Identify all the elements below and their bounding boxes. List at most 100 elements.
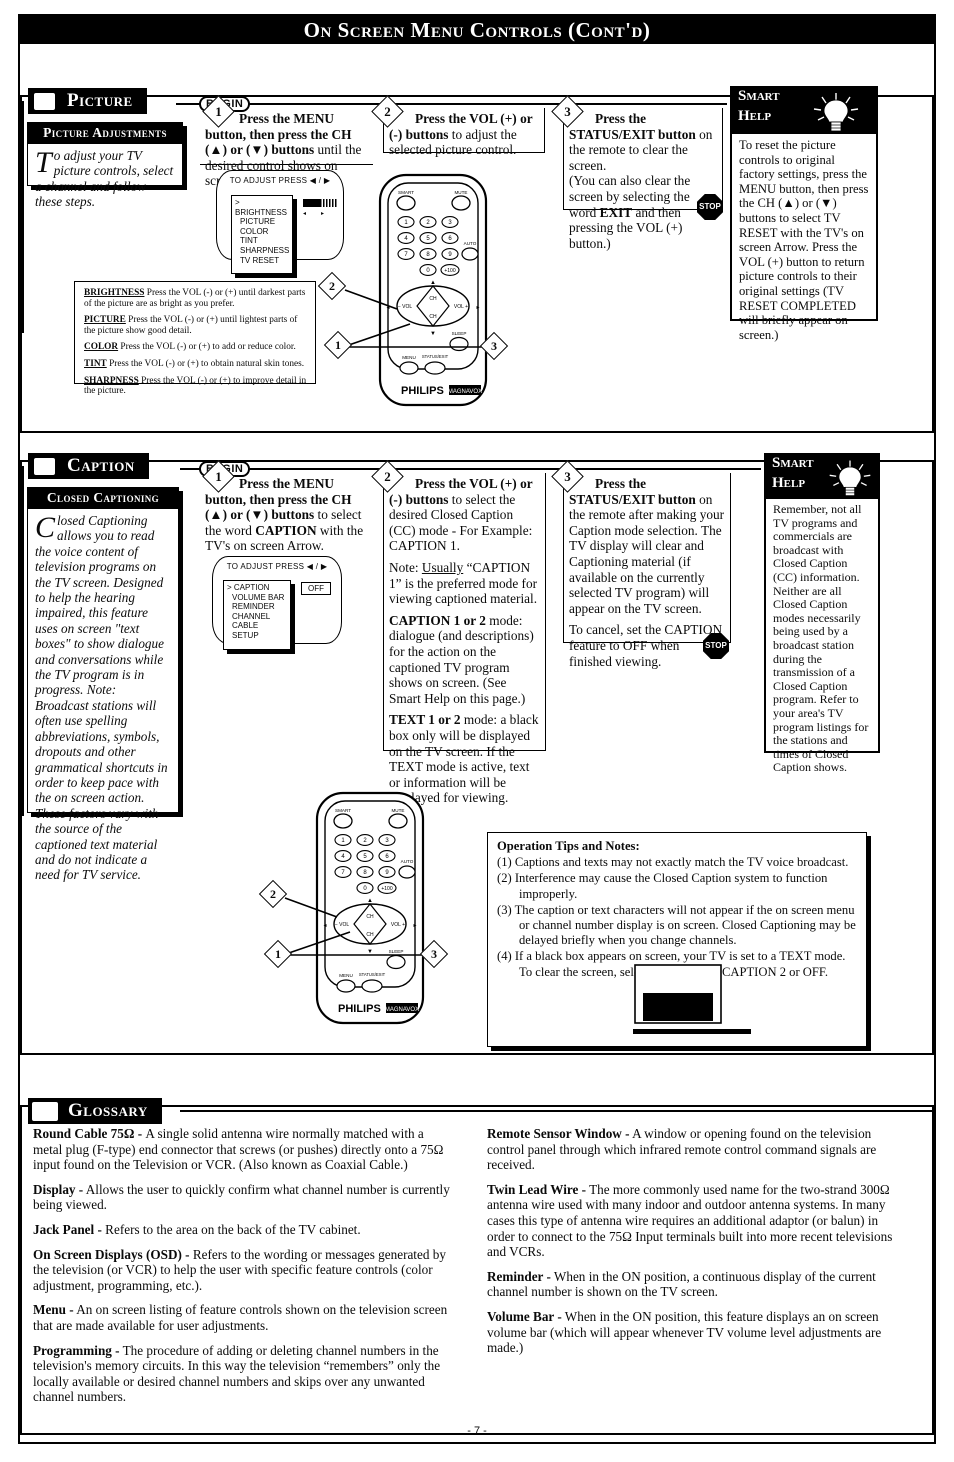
caption-step-1-text: Press the MENU button, then press the CH… [205,476,364,554]
picture-controls-descriptions: BRIGHTNESS Press the VOL (-) or (+) unti… [74,281,316,396]
operation-tips-box: Operation Tips and Notes: (1) Captions a… [487,832,867,1047]
glossary-entry: Volume Bar - When in the ON position, th… [487,1308,882,1356]
tv-black-box-svg [633,964,751,1034]
caption-menu-item: > CAPTION [227,583,270,592]
tv-text-box-illustration [633,963,753,1039]
picture-step-3-text: Press the STATUS/EXIT button on the remo… [569,111,713,251]
caption-callout-dropcap: C [35,511,56,544]
glossary-entry: Jack Panel - Refers to the area on the b… [33,1221,361,1237]
picture-adjustments-title: Picture Adjustments [28,123,182,144]
picture-menu-item: COLOR [240,226,269,236]
caption-step-2-note: Note: Usually “CAPTION 1” is the preferr… [389,559,538,607]
caption-step-3-cancel: To cancel, set the CAPTION feature to OF… [569,622,723,669]
control-desc: COLOR Press the VOL (-) or (+) to add or… [84,342,296,353]
glossary-left-column: Round Cable 75Ω - A single solid antenna… [33,1126,453,1414]
picture-tv-menu-list: > BRIGHTNESS PICTURE COLOR TINT SHARPNES… [231,195,293,275]
picture-left-connector [22,101,24,333]
smart-help-line1: Smart [738,88,780,104]
svg-text:PHILIPS: PHILIPS [401,385,444,397]
picture-tv-menu-header: TO ADJUST PRESS ◀ / ▶ [229,176,331,185]
caption-step-3: Press the STATUS/EXIT button on the remo… [563,473,731,669]
tv-icon [30,455,57,477]
picture-smart-help: Smart Help To reset the picture controls… [730,86,878,342]
picture-menu-item: > BRIGHTNESS [235,198,288,217]
glossary-entry: Round Cable 75Ω - A single solid antenna… [33,1126,444,1173]
caption-begin-rule-left [180,468,200,470]
glossary-section-label: Glossary [68,1100,148,1121]
smart-help-line1: Smart [772,455,814,471]
caption-menu-item: SETUP [232,630,259,640]
bar-filled [303,199,320,207]
glossary-entry: On Screen Displays (OSD) - Refers to the… [33,1246,446,1293]
glossary-section-header: Glossary [28,1098,162,1124]
control-desc: BRIGHTNESS Press the VOL (-) or (+) unti… [84,288,306,309]
page-title-banner: On Screen Menu Controls (Cont'd) [20,16,934,44]
caption-left-connector [22,466,24,816]
picture-section-header: Picture [28,88,147,114]
caption-begin-rule-right [246,468,761,470]
picture-tv-menu: TO ADJUST PRESS ◀ / ▶ > BRIGHTNESS PICTU… [216,170,344,275]
glossary-entry: Display - Allows the user to quickly con… [33,1181,450,1213]
picture-step-3: Press the STATUS/EXIT button on the remo… [563,108,723,251]
caption-step-2: Press the VOL (+) or (-) buttons to sele… [383,473,546,805]
tip-item: (1) Captions and texts may not exactly m… [497,855,849,870]
svg-text:AUTO: AUTO [464,241,477,246]
svg-text:MENU: MENU [339,973,353,978]
svg-text:+100: +100 [444,268,455,274]
glossary-entry: Remote Sensor Window - A window or openi… [487,1126,877,1173]
glossary-entry: Menu - An on screen listing of feature c… [33,1302,448,1333]
glossary-header-rule [180,1110,934,1112]
picture-begin-rule-left [176,103,200,105]
lightbulb-icon [829,460,871,496]
tip-item: (3) The caption or text characters will … [497,902,856,948]
glossary-right-column: Remote Sensor Window - A window or openi… [487,1126,902,1365]
caption-callout-note: Note: Broadcast stations will often use … [35,682,168,883]
bar-empty [320,199,338,207]
page-number: - 7 - [467,1425,487,1437]
caption-menu-value: OFF [301,582,331,595]
picture-smart-help-body: To reset the picture controls to origina… [739,138,869,342]
caption-smart-help: Smart Help Remember, not all TV programs… [764,453,880,774]
operation-tips-list: (1) Captions and texts may not exactly m… [497,855,858,980]
glossary-entry: Reminder - When in the ON position, a co… [487,1268,876,1300]
svg-text:MUTE: MUTE [454,190,467,195]
operation-tips-title: Operation Tips and Notes: [497,839,640,853]
caption-menu-item: VOLUME BAR [232,592,285,602]
picture-begin-rule-right [246,103,727,105]
svg-text:SMART: SMART [398,190,414,195]
control-desc: PICTURE Press the VOL (-) or (+) until l… [84,315,298,336]
caption-step-2-text: Press the VOL (+) or (-) buttons to sele… [389,476,533,554]
tv-icon [30,90,57,112]
svg-text:MENU: MENU [402,355,416,360]
smart-help-line2: Help [772,475,806,491]
picture-section-label: Picture [67,90,133,111]
closed-captioning-title: Closed Captioning [28,488,178,509]
caption-tv-menu-list: > CAPTION VOLUME BAR REMINDER CHANNEL CA… [223,580,291,650]
picture-adjustments-callout: Picture Adjustments To adjust your TV pi… [27,122,183,209]
lightbulb-icon [813,93,859,132]
book-icon [32,1101,58,1121]
picture-step-2-text: Press the VOL (+) or (-) buttons to adju… [389,111,533,158]
caption-section-header: Caption [28,453,149,479]
picture-menu-item: TINT [240,236,258,246]
caption-menu-item: REMINDER [232,602,275,612]
svg-text:MAGNAVOX: MAGNAVOX [448,389,482,395]
closed-captioning-body: Closed Captioning allows you to read the… [28,509,178,888]
control-desc: TINT Press the VOL (-) or (+) to obtain … [84,358,305,369]
control-desc: SHARPNESS Press the VOL (-) or (+) to im… [84,375,307,397]
picture-callout-dropcap: T [35,146,52,179]
svg-text:PHILIPS: PHILIPS [338,1003,381,1015]
caption-stop-sign: STOP [703,633,729,659]
caption-step-2-mode-caption: CAPTION 1 or 2 mode: dialogue (and descr… [389,612,534,706]
picture-menu-item: TV RESET [240,255,280,265]
picture-menu-bargraph: ◂ ▸ [303,199,338,217]
picture-smart-help-header: Smart Help [732,88,876,134]
svg-text:AUTO: AUTO [401,859,414,864]
svg-text:+100: +100 [381,886,392,892]
caption-step-3-text: Press the STATUS/EXIT button on the remo… [569,476,725,616]
picture-stop-sign: STOP [697,194,723,220]
caption-smart-help-header: Smart Help [766,455,878,499]
caption-tv-menu: TO ADJUST PRESS ◀ / ▶ > CAPTION VOLUME B… [212,556,342,650]
picture-callout-text: o adjust your TV picture controls, selec… [35,148,174,210]
smart-help-line2: Help [738,108,772,124]
